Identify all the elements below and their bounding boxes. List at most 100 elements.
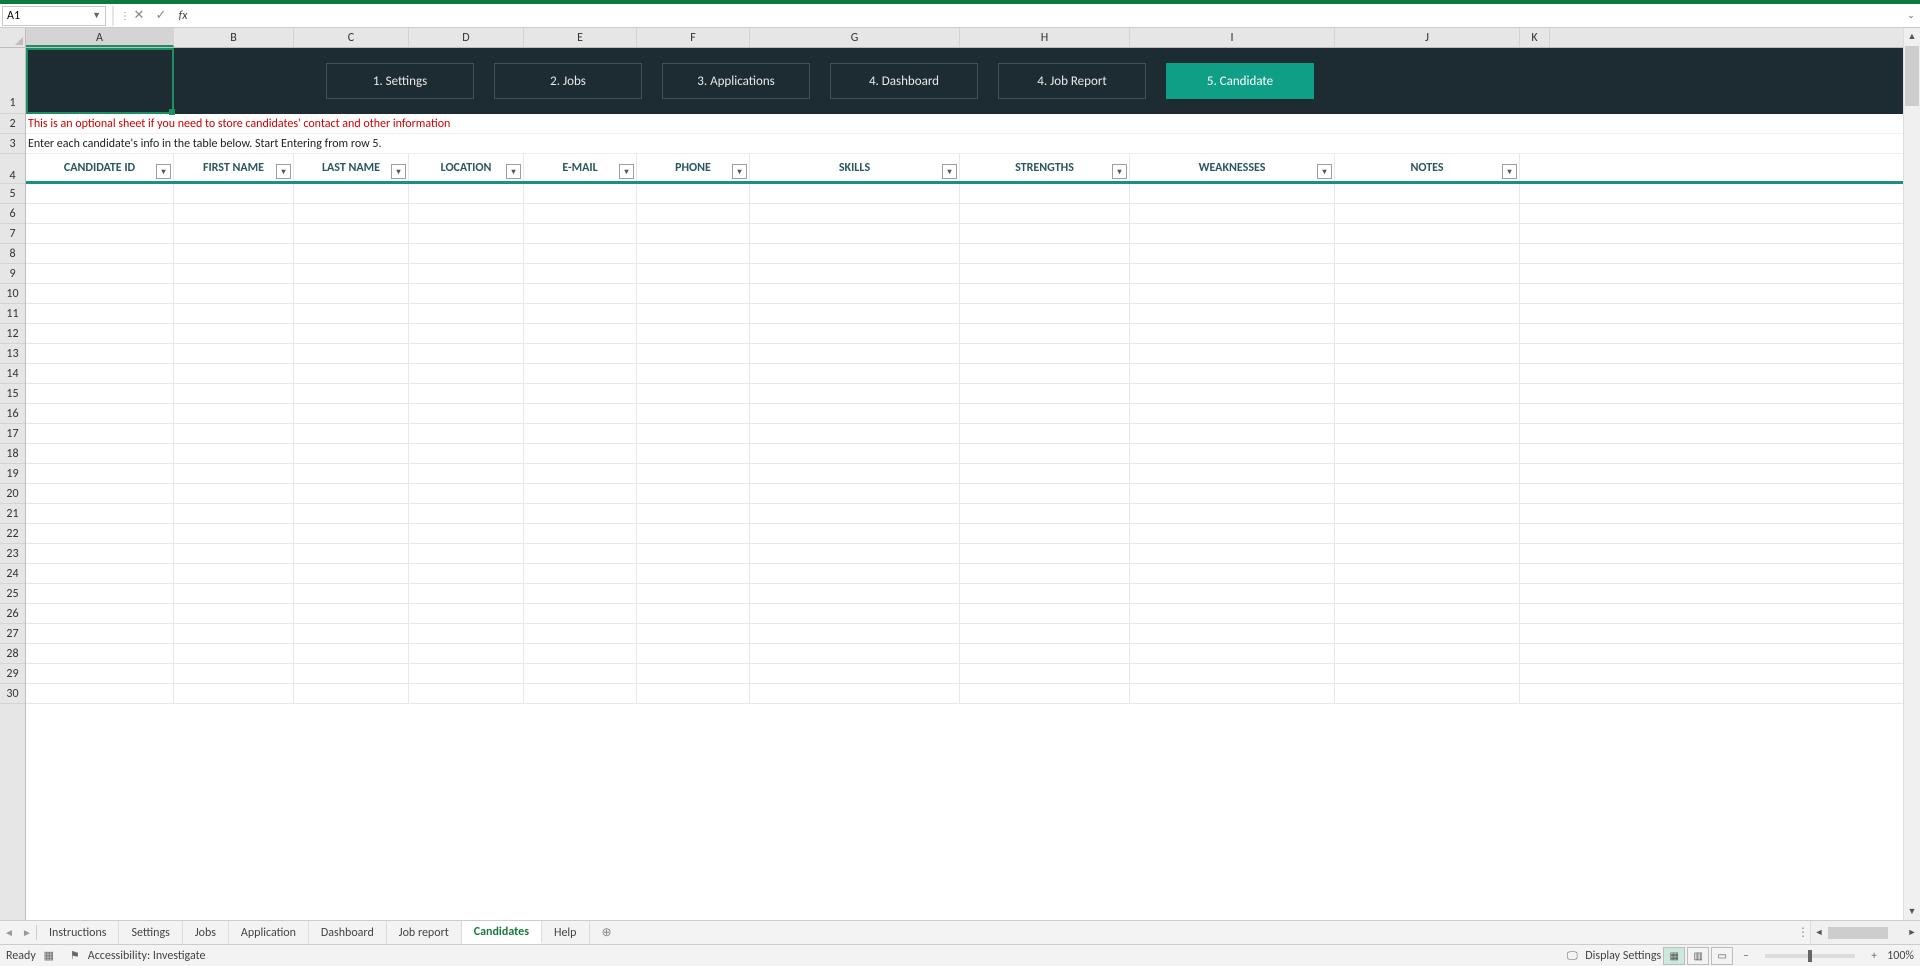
vscroll-track[interactable] bbox=[1904, 107, 1920, 903]
table-cell[interactable] bbox=[26, 404, 174, 423]
hscroll-thumb[interactable] bbox=[1828, 927, 1888, 939]
filter-dropdown-icon[interactable]: ▾ bbox=[391, 164, 406, 179]
row-header-28[interactable]: 28 bbox=[0, 644, 25, 664]
table-cell[interactable] bbox=[524, 404, 637, 423]
table-cell[interactable] bbox=[524, 264, 637, 283]
table-cell[interactable] bbox=[1335, 564, 1520, 583]
sheet-tab[interactable]: Settings bbox=[119, 921, 182, 944]
table-cell[interactable] bbox=[524, 244, 637, 263]
table-cell[interactable] bbox=[1130, 584, 1335, 603]
table-cell[interactable] bbox=[409, 444, 524, 463]
view-normal-button[interactable]: ▦ bbox=[1663, 947, 1685, 965]
table-cell[interactable] bbox=[294, 524, 409, 543]
table-cell[interactable] bbox=[26, 444, 174, 463]
table-cell[interactable] bbox=[1130, 444, 1335, 463]
table-cell[interactable] bbox=[750, 224, 960, 243]
table-cell[interactable] bbox=[637, 244, 750, 263]
table-cell[interactable] bbox=[960, 424, 1130, 443]
table-cell[interactable] bbox=[409, 644, 524, 663]
nav-button[interactable]: 4. Dashboard bbox=[830, 63, 978, 99]
table-cell[interactable] bbox=[174, 324, 294, 343]
table-cell[interactable] bbox=[1130, 424, 1335, 443]
table-cell[interactable] bbox=[174, 224, 294, 243]
table-cell[interactable] bbox=[174, 384, 294, 403]
row-header-8[interactable]: 8 bbox=[0, 244, 25, 264]
table-cell[interactable] bbox=[174, 244, 294, 263]
table-cell[interactable] bbox=[1335, 364, 1520, 383]
table-cell[interactable] bbox=[409, 624, 524, 643]
table-cell[interactable] bbox=[960, 464, 1130, 483]
row-header-15[interactable]: 15 bbox=[0, 384, 25, 404]
table-cell[interactable] bbox=[294, 464, 409, 483]
new-sheet-button[interactable]: ⊕ bbox=[596, 921, 618, 944]
table-cell[interactable] bbox=[524, 324, 637, 343]
row-header-30[interactable]: 30 bbox=[0, 684, 25, 704]
table-cell[interactable] bbox=[1335, 404, 1520, 423]
table-cell[interactable] bbox=[1335, 544, 1520, 563]
hscroll-track[interactable] bbox=[1827, 926, 1904, 940]
table-cell[interactable] bbox=[960, 364, 1130, 383]
table-cell[interactable] bbox=[637, 664, 750, 683]
table-cell[interactable] bbox=[637, 344, 750, 363]
table-cell[interactable] bbox=[1130, 364, 1335, 383]
table-cell[interactable] bbox=[409, 264, 524, 283]
table-cell[interactable] bbox=[750, 484, 960, 503]
tabs-resize-handle-icon[interactable]: ⋮ bbox=[1796, 921, 1810, 944]
table-cell[interactable] bbox=[637, 624, 750, 643]
table-cell[interactable] bbox=[294, 584, 409, 603]
zoom-out-button[interactable]: − bbox=[1737, 948, 1755, 964]
table-cell[interactable] bbox=[524, 504, 637, 523]
column-header-I[interactable]: I bbox=[1130, 28, 1335, 47]
table-cell[interactable] bbox=[174, 504, 294, 523]
table-cell[interactable] bbox=[1335, 464, 1520, 483]
table-cell[interactable] bbox=[409, 504, 524, 523]
table-cell[interactable] bbox=[637, 424, 750, 443]
table-cell[interactable] bbox=[409, 524, 524, 543]
table-cell[interactable] bbox=[294, 264, 409, 283]
column-header-F[interactable]: F bbox=[637, 28, 750, 47]
column-header-D[interactable]: D bbox=[409, 28, 524, 47]
row-header-7[interactable]: 7 bbox=[0, 224, 25, 244]
expand-formula-bar-icon[interactable]: ⌄ bbox=[1902, 10, 1920, 21]
table-cell[interactable] bbox=[409, 424, 524, 443]
table-header-cell[interactable]: E-MAIL▾ bbox=[524, 154, 637, 181]
table-cell[interactable] bbox=[1335, 444, 1520, 463]
table-cell[interactable] bbox=[637, 404, 750, 423]
table-cell[interactable] bbox=[637, 464, 750, 483]
table-cell[interactable] bbox=[637, 224, 750, 243]
table-cell[interactable] bbox=[750, 344, 960, 363]
table-cell[interactable] bbox=[524, 684, 637, 703]
table-cell[interactable] bbox=[750, 284, 960, 303]
table-cell[interactable] bbox=[960, 664, 1130, 683]
table-cell[interactable] bbox=[26, 524, 174, 543]
table-cell[interactable] bbox=[174, 344, 294, 363]
table-cell[interactable] bbox=[750, 324, 960, 343]
filter-dropdown-icon[interactable]: ▾ bbox=[1112, 164, 1127, 179]
table-cell[interactable] bbox=[524, 304, 637, 323]
table-cell[interactable] bbox=[637, 204, 750, 223]
table-cell[interactable] bbox=[960, 484, 1130, 503]
table-cell[interactable] bbox=[294, 384, 409, 403]
zoom-level[interactable]: 100% bbox=[1887, 949, 1914, 963]
table-cell[interactable] bbox=[409, 544, 524, 563]
view-page-layout-button[interactable]: ▥ bbox=[1687, 947, 1709, 965]
table-cell[interactable] bbox=[26, 224, 174, 243]
table-cell[interactable] bbox=[294, 244, 409, 263]
table-cell[interactable] bbox=[174, 544, 294, 563]
table-cell[interactable] bbox=[1130, 184, 1335, 203]
name-box-dropdown-icon[interactable]: ▼ bbox=[92, 10, 101, 21]
vertical-scrollbar[interactable]: ▲ ▼ bbox=[1903, 28, 1920, 920]
table-cell[interactable] bbox=[750, 524, 960, 543]
macro-record-icon[interactable]: ▦ bbox=[40, 948, 58, 964]
table-cell[interactable] bbox=[26, 424, 174, 443]
table-cell[interactable] bbox=[524, 584, 637, 603]
tabs-prev-icon[interactable]: ◄ bbox=[0, 921, 18, 944]
row-header-5[interactable]: 5 bbox=[0, 184, 25, 204]
row-header-25[interactable]: 25 bbox=[0, 584, 25, 604]
table-cell[interactable] bbox=[174, 424, 294, 443]
table-cell[interactable] bbox=[409, 484, 524, 503]
vscroll-thumb[interactable] bbox=[1905, 46, 1919, 106]
table-cell[interactable] bbox=[637, 524, 750, 543]
table-cell[interactable] bbox=[174, 684, 294, 703]
row-header-24[interactable]: 24 bbox=[0, 564, 25, 584]
